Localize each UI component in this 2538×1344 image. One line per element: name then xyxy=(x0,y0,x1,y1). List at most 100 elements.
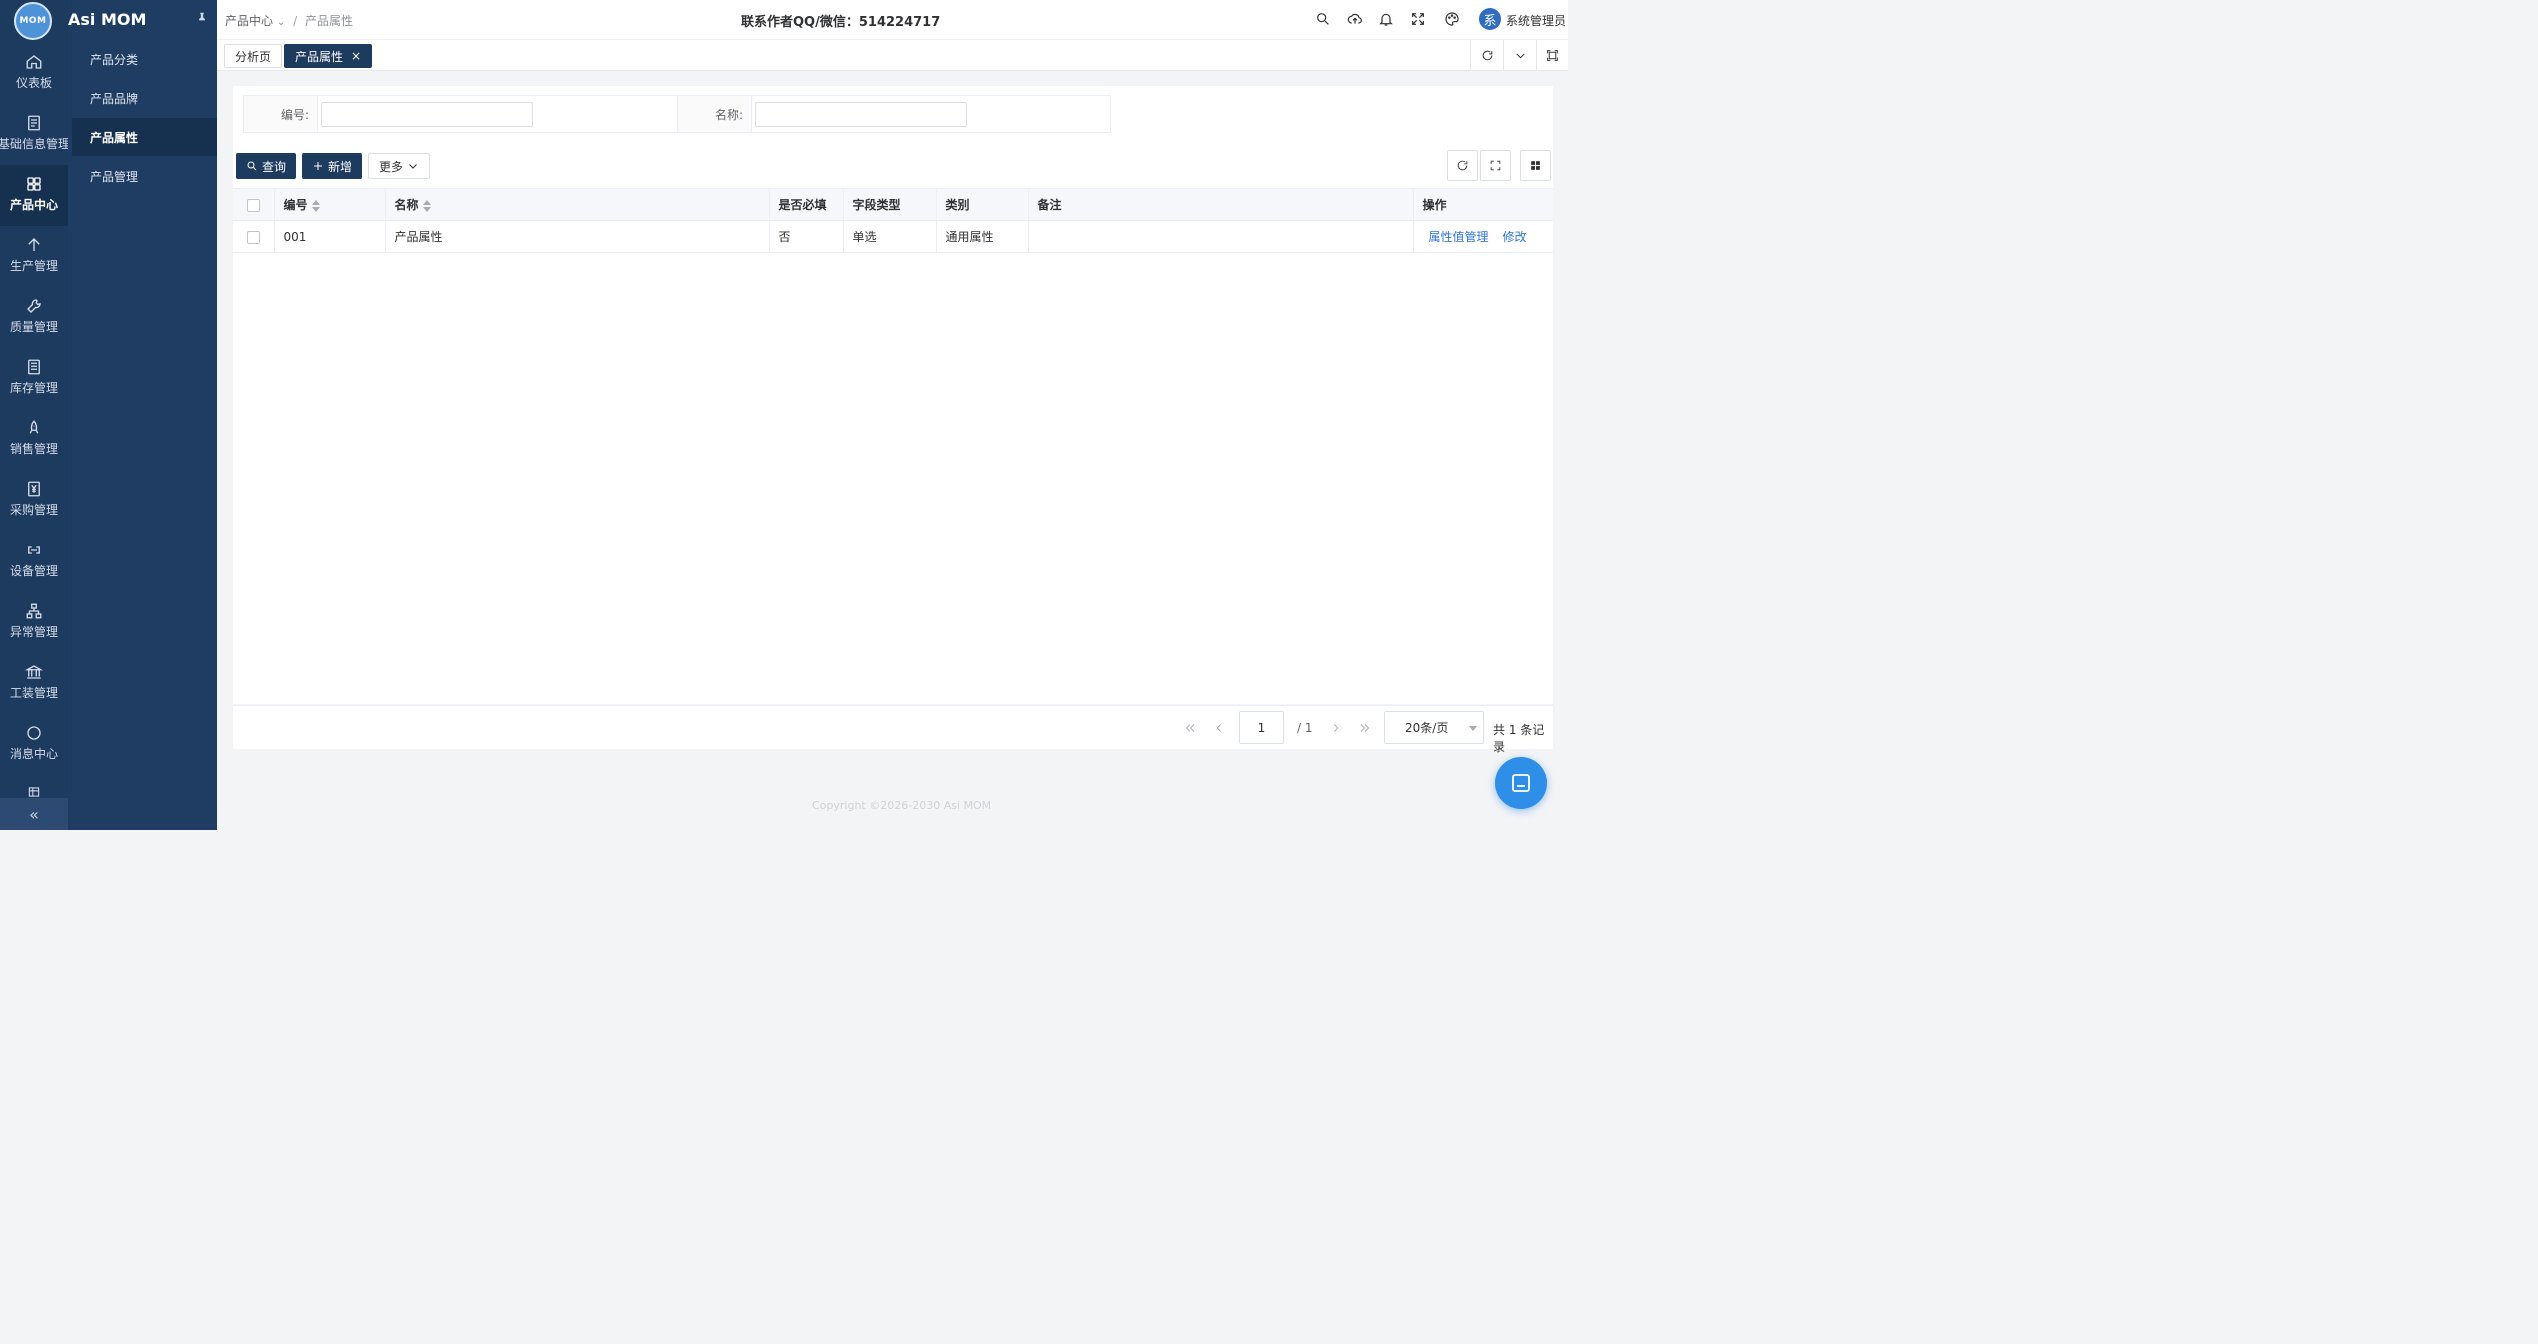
bell-icon xyxy=(1379,13,1393,26)
query-button-label: 查询 xyxy=(262,159,287,174)
home-icon xyxy=(26,55,42,69)
rail-item-label: 设备管理 xyxy=(9,564,58,578)
prev-page-button[interactable] xyxy=(1212,721,1226,735)
rail-item-sales[interactable]: 销售管理 xyxy=(0,409,68,470)
refresh-table-button[interactable] xyxy=(1447,150,1478,181)
maximize-tab-button[interactable] xyxy=(1536,40,1568,70)
column-header-actions: 操作 xyxy=(1413,188,1553,221)
cell-name: 产品属性 xyxy=(385,220,770,253)
cloud-upload-icon xyxy=(1347,13,1362,24)
pin-icon[interactable] xyxy=(195,10,209,26)
theme-button[interactable] xyxy=(1444,11,1460,27)
tab-menu-button[interactable] xyxy=(1503,40,1536,70)
subnav-item-product-management[interactable]: 产品管理 xyxy=(72,157,217,195)
rail-item-partial[interactable] xyxy=(0,775,68,799)
rail-item-label: 销售管理 xyxy=(9,442,58,456)
plus-icon xyxy=(314,162,322,170)
rail-item-messages[interactable]: 消息中心 xyxy=(0,714,68,775)
cell-required: 否 xyxy=(769,220,844,253)
tab-analysis[interactable]: 分析页 xyxy=(224,44,283,68)
code-input[interactable] xyxy=(321,102,533,127)
rail-item-quality[interactable]: 质量管理 xyxy=(0,287,68,348)
rail-item-inventory[interactable]: 库存管理 xyxy=(0,348,68,409)
data-table: 编号 名称 是否必填 字段类型 类别 备注 操作 001 产品属性 否 单选 通… xyxy=(233,188,1553,253)
document-icon xyxy=(28,115,40,131)
column-header-remark: 备注 xyxy=(1028,188,1414,221)
chevron-down-icon: ⌄ xyxy=(276,17,286,28)
rail-item-dashboard[interactable]: 仪表板 xyxy=(0,43,68,104)
page-number-input[interactable]: 1 xyxy=(1239,711,1284,744)
refresh-icon xyxy=(1457,160,1468,171)
notification-button[interactable] xyxy=(1378,11,1394,27)
search-button[interactable] xyxy=(1315,11,1331,27)
fullscreen-button[interactable] xyxy=(1410,11,1426,27)
rail-item-label: 采购管理 xyxy=(9,503,58,517)
rail-item-tooling[interactable]: 工装管理 xyxy=(0,653,68,714)
rail-item-label: 质量管理 xyxy=(9,320,58,334)
collapse-sidebar-button[interactable]: « xyxy=(0,798,68,830)
subnav-item-label: 产品管理 xyxy=(90,169,139,184)
upload-button[interactable] xyxy=(1347,11,1363,27)
first-page-button[interactable] xyxy=(1183,721,1197,735)
refresh-tab-button[interactable] xyxy=(1470,40,1503,70)
rail-item-label: 消息中心 xyxy=(9,747,58,761)
select-all-checkbox[interactable] xyxy=(246,198,260,212)
name-input[interactable] xyxy=(755,102,967,127)
table-row: 001 产品属性 否 单选 通用属性 属性值管理 修改 xyxy=(233,220,1553,253)
row-checkbox[interactable] xyxy=(246,230,260,244)
assistant-button[interactable] xyxy=(1495,757,1547,809)
tab-product-attribute[interactable]: 产品属性 × xyxy=(284,44,373,68)
list-icon xyxy=(28,359,40,375)
table-fullscreen-button[interactable] xyxy=(1480,150,1511,181)
column-settings-button[interactable] xyxy=(1520,150,1551,181)
username[interactable]: 系统管理员 xyxy=(1506,12,1566,29)
maximize-icon xyxy=(1547,49,1558,61)
table-icon xyxy=(28,787,40,797)
link-icon xyxy=(28,546,40,554)
subnav-item-label: 产品品牌 xyxy=(90,91,139,106)
add-button[interactable]: 新增 xyxy=(302,153,363,179)
column-header-code[interactable]: 编号 xyxy=(274,188,386,221)
tree-icon xyxy=(26,603,42,619)
breadcrumb-current: 产品属性 xyxy=(304,14,353,28)
column-title: 编号 xyxy=(283,198,308,212)
close-icon[interactable]: × xyxy=(351,49,361,63)
rocket-icon xyxy=(29,420,39,434)
logo-text: MOM xyxy=(19,16,47,26)
rail-item-label: 异常管理 xyxy=(9,625,58,639)
sort-icon[interactable] xyxy=(422,199,431,212)
rail-item-basic-info[interactable]: 基础信息管理 xyxy=(0,104,70,165)
more-button[interactable]: 更多 xyxy=(368,153,431,179)
subnav-item-product-category[interactable]: 产品分类 xyxy=(72,40,217,78)
double-chevron-left-icon xyxy=(1185,724,1195,732)
page-size-select[interactable]: 20条/页 xyxy=(1384,711,1484,744)
edit-link[interactable]: 修改 xyxy=(1503,230,1527,244)
breadcrumb: 产品中心 ⌄ / 产品属性 xyxy=(225,12,353,29)
column-header-required: 是否必填 xyxy=(769,188,844,221)
column-header-name[interactable]: 名称 xyxy=(385,188,770,221)
total-pages: / 1 xyxy=(1297,721,1313,735)
manage-values-link[interactable]: 属性值管理 xyxy=(1429,230,1489,244)
subnav-item-product-attribute[interactable]: 产品属性 xyxy=(72,118,217,156)
breadcrumb-root[interactable]: 产品中心 xyxy=(225,14,273,28)
next-page-button[interactable] xyxy=(1329,721,1343,735)
rail-item-equipment[interactable]: 设备管理 xyxy=(0,531,68,592)
search-panel: 编号: 名称: xyxy=(233,86,1553,142)
contact-info: 联系作者QQ/微信：514224717 xyxy=(741,15,941,30)
subnav-item-label: 产品分类 xyxy=(90,52,139,67)
rail-item-exception[interactable]: 异常管理 xyxy=(0,592,68,653)
palette-icon xyxy=(1445,12,1459,26)
tab-label: 产品属性 xyxy=(295,49,344,64)
rail-item-purchase[interactable]: 采购管理 xyxy=(0,470,68,531)
pagination: 1 / 1 20条/页 共 1 条记录 xyxy=(233,705,1553,754)
rail-item-production[interactable]: 生产管理 xyxy=(0,226,68,287)
sort-icon[interactable] xyxy=(311,199,320,212)
subnav-item-product-brand[interactable]: 产品品牌 xyxy=(72,79,217,117)
avatar[interactable]: 系 xyxy=(1479,8,1501,30)
chat-icon xyxy=(27,726,41,740)
rail-item-product-center[interactable]: 产品中心 xyxy=(0,165,68,226)
query-button[interactable]: 查询 xyxy=(236,153,297,179)
add-button-label: 新增 xyxy=(328,159,353,174)
last-page-button[interactable] xyxy=(1358,721,1372,735)
app-title-text: Asi MOM xyxy=(68,9,147,29)
